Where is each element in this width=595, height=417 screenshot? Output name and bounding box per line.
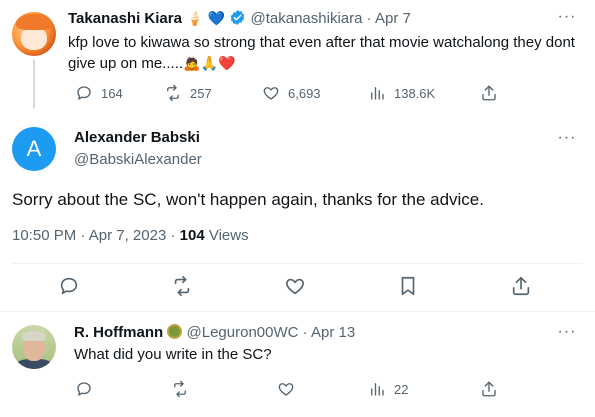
thread-parent-tweet[interactable]: Takanashi Kiara 🍦 💙 @takanashikiara · Ap… [0, 0, 595, 108]
author-handle[interactable]: @Leguron00WC [187, 324, 299, 341]
tweet-text-emojis: 🙇🙏❤️ [183, 55, 236, 71]
share-icon [512, 276, 530, 296]
retweet-icon [174, 380, 186, 398]
divider [0, 311, 595, 312]
author-handle[interactable]: @takanashikiara [251, 10, 363, 27]
action-bar: 22 [0, 379, 595, 399]
separator-dot: · [80, 227, 86, 244]
avatar[interactable] [12, 325, 56, 369]
reply-icon [77, 382, 91, 396]
action-bar: 164 257 6,693 138.6K [0, 83, 595, 103]
reply-button[interactable] [75, 379, 93, 399]
retweet-button[interactable]: 257 [164, 83, 212, 103]
views-icon [371, 87, 384, 100]
like-button[interactable] [277, 379, 295, 399]
tweet-meta: 10:50 PM · Apr 7, 2023 · 104 Views [12, 226, 249, 246]
tweet-time[interactable]: 10:50 PM [12, 227, 76, 244]
more-icon[interactable]: ··· [557, 324, 577, 345]
views-label: Views [208, 227, 249, 244]
author-name[interactable]: R. Hoffmann [74, 324, 163, 341]
views-button[interactable]: 138.6K [368, 83, 435, 103]
divider [12, 263, 583, 264]
tweet-date[interactable]: Apr 7 [375, 10, 411, 27]
like-count: 6,693 [288, 85, 321, 101]
views-count: 22 [394, 381, 409, 397]
views-button[interactable]: 22 [368, 379, 408, 399]
retweet-button[interactable] [171, 275, 193, 297]
tweet-text: What did you write in the SC? [74, 346, 272, 363]
tweet-date[interactable]: Apr 7, 2023 [89, 227, 167, 244]
avatar[interactable]: A [12, 127, 56, 171]
tweet-text: Sorry about the SC, won't happen again, … [12, 190, 484, 209]
reply-button[interactable] [58, 275, 80, 297]
avatar[interactable] [12, 12, 56, 56]
name-emoji: 🍦 [186, 10, 204, 26]
heart-icon [286, 278, 304, 295]
author-name[interactable]: Alexander Babski [74, 129, 200, 146]
name-heart-emoji: 💙 [207, 10, 226, 26]
author-name[interactable]: Takanashi Kiara [68, 10, 182, 27]
tweet-text: kfp love to kiwawa so strong that even a… [68, 33, 578, 74]
profile-badge-icon [167, 324, 183, 339]
retweet-count: 257 [190, 85, 212, 101]
bookmark-button[interactable] [397, 275, 419, 297]
author-block: Alexander Babski @BabskiAlexander [74, 128, 202, 170]
retweet-icon [174, 276, 190, 296]
more-icon[interactable]: ··· [557, 130, 577, 151]
avatar-hair [22, 331, 46, 341]
tweet-header: R. Hoffmann @Leguron00WC · Apr 13 [74, 323, 355, 343]
action-bar [0, 275, 595, 297]
views-count: 138.6K [394, 85, 436, 101]
reply-icon [77, 86, 91, 100]
tweet-text-content: kfp love to kiwawa so strong that even a… [68, 34, 575, 72]
verified-badge-icon [231, 10, 245, 25]
tweet-date[interactable]: Apr 13 [311, 324, 355, 341]
reply-tweet[interactable]: R. Hoffmann @Leguron00WC · Apr 13 ··· Wh… [0, 313, 595, 417]
views-icon [371, 383, 384, 396]
reply-icon [60, 277, 78, 295]
separator-dot: · [170, 227, 176, 244]
author-handle[interactable]: @BabskiAlexander [74, 150, 202, 170]
share-icon [482, 381, 496, 397]
retweet-icon [167, 84, 179, 102]
focal-tweet: A Alexander Babski @BabskiAlexander ··· … [0, 107, 595, 307]
reply-button[interactable]: 164 [75, 83, 123, 103]
reply-count: 164 [101, 85, 123, 101]
tweet-header: Takanashi Kiara 🍦 💙 @takanashikiara · Ap… [68, 8, 411, 29]
bookmark-icon [401, 276, 415, 296]
more-icon[interactable]: ··· [557, 9, 577, 30]
heart-icon [263, 87, 279, 100]
separator-dot: · [302, 324, 308, 341]
share-button[interactable] [480, 83, 498, 103]
heart-icon [278, 383, 294, 396]
share-button[interactable] [510, 275, 532, 297]
share-icon [482, 85, 496, 101]
views-count: 104 [179, 227, 205, 244]
separator-dot: · [366, 10, 372, 27]
like-button[interactable]: 6,693 [262, 83, 321, 103]
like-button[interactable] [284, 275, 306, 297]
retweet-button[interactable] [171, 379, 189, 399]
share-button[interactable] [480, 379, 498, 399]
